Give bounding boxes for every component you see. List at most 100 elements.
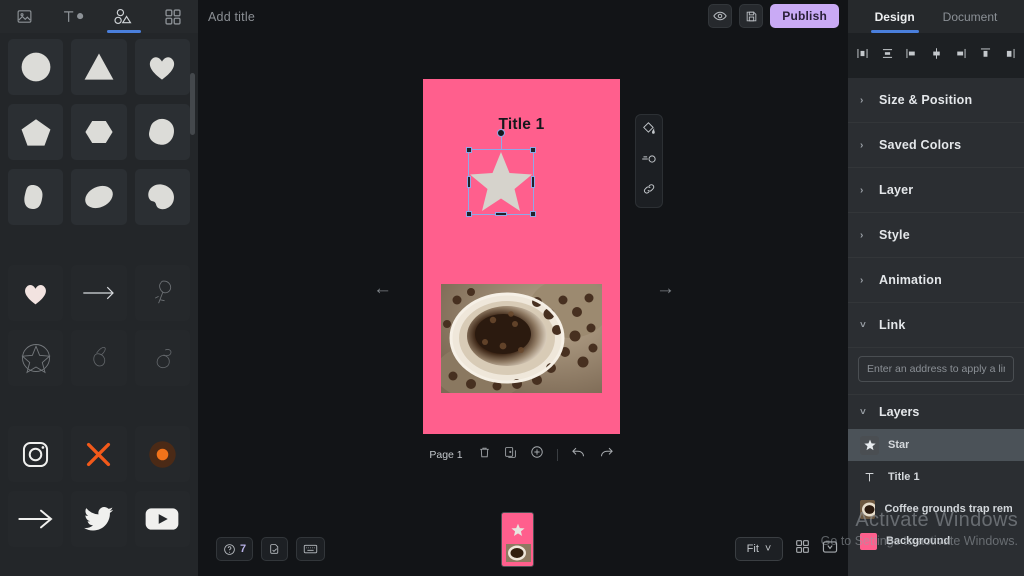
section-label: Saved Colors: [879, 138, 962, 152]
resize-handle-top-right[interactable]: [530, 147, 536, 153]
instagram-icon[interactable]: [8, 426, 64, 482]
next-page-arrow[interactable]: →: [656, 279, 675, 298]
shapes-tab[interactable]: [99, 0, 149, 33]
canvas-viewport[interactable]: ← → Title 1 Page 1 7 Fit ˅: [198, 33, 848, 576]
blob-shape-2[interactable]: [8, 169, 64, 225]
chevron-right-icon: ›: [860, 274, 864, 286]
align-top-icon[interactable]: [979, 47, 992, 65]
add-page-button[interactable]: [530, 445, 544, 464]
color-swatch-icon: [860, 532, 877, 550]
resize-handle-bottom-right[interactable]: [530, 211, 536, 217]
redo-button[interactable]: [599, 446, 614, 464]
layer-item-background[interactable]: Background: [848, 525, 1024, 557]
layers-title: Layers: [879, 405, 920, 419]
section-layer[interactable]: › Layer: [848, 168, 1024, 213]
heart-shape[interactable]: [134, 39, 190, 95]
link-icon[interactable]: [642, 182, 656, 201]
resize-handle-top-left[interactable]: [466, 147, 472, 153]
section-link[interactable]: ˅ Link: [848, 303, 1024, 348]
layers-section-header[interactable]: ˅ Layers: [848, 395, 1024, 429]
editor-canvas-region: Add title Publish ← → Title 1 Page 1 7 F…: [198, 0, 848, 576]
resize-handle-bottom-left[interactable]: [466, 211, 472, 217]
text-tab[interactable]: [50, 0, 100, 33]
zoom-level-select[interactable]: Fit ˅: [735, 537, 783, 561]
image-tab[interactable]: [0, 0, 50, 33]
selection-bounding-box[interactable]: [466, 129, 536, 217]
help-count-badge: 7: [240, 543, 247, 555]
tab-document[interactable]: Document: [943, 0, 998, 33]
sketch-plant-1[interactable]: [134, 265, 190, 321]
top-bar-actions: Publish: [708, 4, 839, 28]
align-center-icon[interactable]: [930, 47, 943, 65]
circle-shape[interactable]: [8, 39, 64, 95]
keyboard-shortcuts-button[interactable]: [296, 537, 326, 561]
fill-color-icon[interactable]: [642, 121, 656, 140]
help-button[interactable]: 7: [216, 537, 254, 561]
arrow-right-icon[interactable]: [8, 491, 64, 547]
undo-button[interactable]: [571, 446, 586, 464]
circle-dot-icon[interactable]: [134, 426, 190, 482]
align-bottom-icon[interactable]: [1003, 47, 1016, 65]
layer-item-image[interactable]: Coffee grounds trap remedies: [848, 493, 1024, 525]
left-panel-scrollbar[interactable]: [190, 73, 195, 135]
coffee-grounds-image[interactable]: [441, 284, 602, 393]
sketch-plant-2[interactable]: [71, 330, 127, 386]
duplicate-page-button[interactable]: [504, 446, 517, 464]
preview-button[interactable]: [708, 4, 733, 28]
resize-handle-bottom-center[interactable]: [495, 212, 507, 216]
shape-grid-basic: [8, 39, 190, 547]
layer-item-title[interactable]: Title 1: [848, 461, 1024, 493]
resize-handle-middle-left[interactable]: [467, 176, 471, 188]
grid-view-button[interactable]: [795, 539, 810, 559]
link-address-input[interactable]: [858, 356, 1014, 382]
zoom-level-value: Fit: [746, 543, 759, 555]
elements-tab[interactable]: [149, 0, 199, 33]
shape-library-scroll[interactable]: [0, 33, 198, 576]
shape-section-divider-2: [8, 395, 190, 417]
thumbnail-image: [506, 544, 531, 562]
blob-shape-4[interactable]: [134, 169, 190, 225]
triangle-shape[interactable]: [71, 39, 127, 95]
section-saved-colors[interactable]: › Saved Colors: [848, 123, 1024, 168]
opacity-icon[interactable]: [641, 152, 657, 170]
save-button[interactable]: [739, 4, 764, 28]
top-bar: Add title Publish: [198, 0, 848, 33]
hexagon-shape[interactable]: [71, 104, 127, 160]
section-size-position[interactable]: › Size & Position: [848, 78, 1024, 123]
twitter-icon[interactable]: [71, 491, 127, 547]
rotation-handle[interactable]: [497, 129, 505, 137]
sketch-plant-3[interactable]: [134, 330, 190, 386]
checkdoc-button[interactable]: [261, 537, 289, 561]
section-style[interactable]: › Style: [848, 213, 1024, 258]
artboard-title-text[interactable]: Title 1: [423, 116, 620, 134]
publish-button[interactable]: Publish: [770, 4, 839, 28]
blob-shape-1[interactable]: [134, 104, 190, 160]
prev-page-arrow[interactable]: ←: [373, 279, 392, 298]
youtube-icon[interactable]: [134, 491, 190, 547]
heart-sticker[interactable]: [8, 265, 64, 321]
align-left-icon[interactable]: [905, 47, 918, 65]
pentagon-shape[interactable]: [8, 104, 64, 160]
shape-context-toolbar: [635, 114, 663, 208]
distribute-horizontal-icon[interactable]: [881, 47, 894, 65]
blob-shape-3[interactable]: [71, 169, 127, 225]
align-right-icon[interactable]: [954, 47, 967, 65]
artboard[interactable]: Title 1: [423, 79, 620, 434]
tab-design[interactable]: Design: [870, 0, 919, 33]
layer-item-star[interactable]: Star: [848, 429, 1024, 461]
delete-page-button[interactable]: [478, 446, 491, 464]
sketch-starfish[interactable]: [8, 330, 64, 386]
x-cross-icon[interactable]: [71, 426, 127, 482]
resize-handle-middle-right[interactable]: [531, 176, 535, 188]
section-animation[interactable]: › Animation: [848, 258, 1024, 303]
fit-screen-button[interactable]: [822, 540, 838, 559]
document-title-input[interactable]: Add title: [208, 10, 255, 24]
section-label: Animation: [879, 273, 942, 287]
page-thumbnail[interactable]: [501, 512, 534, 567]
layer-label: Title 1: [888, 471, 920, 483]
chevron-down-icon: ˅: [860, 319, 867, 331]
arrow-sticker[interactable]: [71, 265, 127, 321]
page-toolbar: Page 1: [423, 445, 620, 464]
left-sidebar: [0, 0, 198, 576]
align-vertical-center-icon[interactable]: [856, 47, 869, 65]
